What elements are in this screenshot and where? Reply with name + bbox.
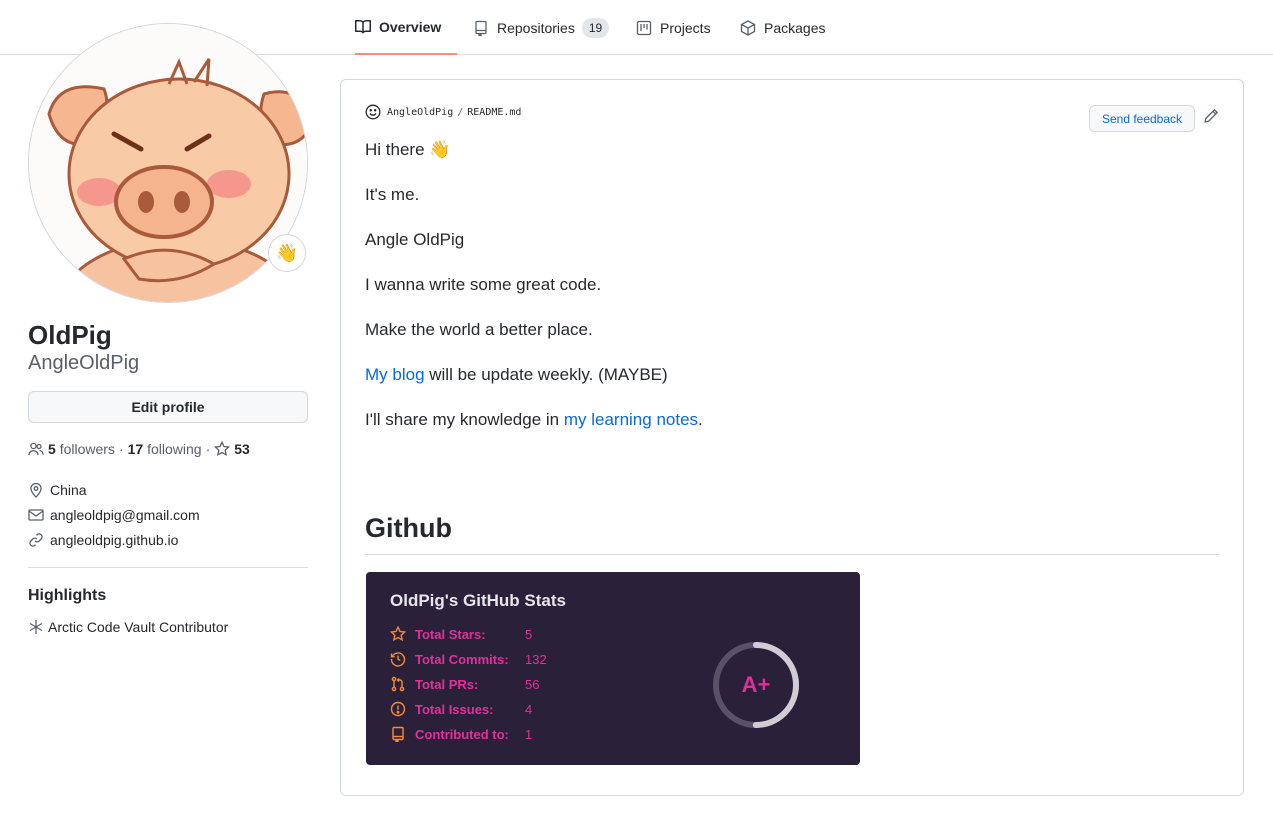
readme-greeting: Hi there 👋 [365,140,450,160]
avatar[interactable] [28,23,308,303]
status-emoji-button[interactable]: 👋 [268,234,306,272]
mail-icon [28,507,44,523]
notes-prefix: I'll share my knowledge in [365,410,564,429]
followers-link[interactable]: 5 followers [48,441,115,457]
dot-separator: · [118,441,124,457]
tab-projects-label: Projects [660,19,711,36]
profile-name: OldPig [28,320,112,350]
link-icon [28,532,44,548]
readme-line-3: I wanna write some great code. [365,275,602,294]
stat-row-stars: Total Stars: 5 [390,625,532,643]
history-icon [390,651,406,667]
readme-line-4: Make the world a better place. [365,320,593,339]
stat-label: Total Issues: [415,701,494,717]
rank-label: A+ [741,672,771,697]
send-feedback-button[interactable]: Send feedback [1089,105,1195,132]
stars-link[interactable]: 53 [214,441,250,457]
following-label: following [147,441,202,457]
follow-stats: 5 followers · 17 following · 53 [28,441,250,457]
people-icon [28,441,44,457]
smiley-icon [365,104,381,120]
snowflake-icon [28,619,44,635]
repo-icon [390,726,406,742]
followers-count: 5 [48,441,56,457]
learning-notes-link[interactable]: my learning notes [564,410,698,429]
readme-line-2: Angle OldPig [365,230,465,249]
edit-profile-button[interactable]: Edit profile [28,391,308,423]
readme-file-link[interactable]: README.md [467,107,521,118]
repo-icon [473,20,489,36]
star-icon [390,626,406,642]
stat-value: 4 [525,701,533,717]
stat-label: Total Stars: [415,626,486,642]
following-link[interactable]: 17 following [128,441,202,457]
heading-rule [365,554,1219,555]
location-text: China [50,482,87,498]
stat-value: 56 [525,676,540,692]
tab-packages-label: Packages [764,19,826,36]
email-link[interactable]: angleoldpig@gmail.com [50,507,200,523]
highlight-label: Arctic Code Vault Contributor [48,619,229,635]
stat-row-contributed: Contributed to: 1 [390,725,532,743]
sidebar-divider [28,567,308,568]
following-count: 17 [127,441,144,457]
blog-link[interactable]: My blog [365,365,425,384]
github-stats-card[interactable]: OldPig's GitHub Stats Total Stars: 5 Tot… [366,572,860,765]
waving-hand-emoji: 👋 [429,140,451,159]
stats-title: OldPig's GitHub Stats [390,591,566,610]
website-link[interactable]: angleoldpig.github.io [50,532,178,548]
tab-projects[interactable]: Projects [636,0,711,55]
followers-label: followers [59,441,115,457]
highlight-item[interactable]: Arctic Code Vault Contributor [28,619,228,635]
location-item: China [28,482,87,498]
readme-card: AngleOldPig / README.md Send feedback Hi… [340,79,1244,796]
waving-hand-emoji: 👋 [275,242,299,263]
stat-value: 1 [525,726,533,742]
greeting-text: Hi there [365,140,425,159]
location-icon [28,482,44,498]
readme-blog-line: My blog will be update weekly. (MAYBE) [365,365,668,385]
tab-repositories[interactable]: Repositories 19 [473,0,610,55]
highlights-title: Highlights [28,587,107,604]
dot-separator: · [205,441,211,457]
tab-overview[interactable]: Overview [355,0,458,55]
stat-label: Contributed to: [415,726,509,742]
readme-notes-line: I'll share my knowledge in my learning n… [365,410,703,430]
edit-readme-pencil-icon[interactable] [1203,108,1219,124]
stat-row-issues: Total Issues: 4 [390,700,532,718]
pull-request-icon [390,676,406,692]
stat-value: 132 [525,651,547,667]
repositories-count-badge: 19 [581,17,610,38]
website-item: angleoldpig.github.io [28,532,178,548]
readme-line-1: It's me. [365,185,420,204]
stat-value: 5 [525,626,533,642]
issue-icon [390,701,406,717]
stat-row-prs: Total PRs: 56 [390,675,539,693]
readme-owner-link[interactable]: AngleOldPig [387,107,453,118]
stat-label: Total Commits: [415,651,509,667]
project-icon [636,20,652,36]
notes-suffix: . [698,410,703,429]
tab-repositories-label: Repositories [497,19,575,36]
tab-packages[interactable]: Packages [740,0,825,55]
stars-count: 53 [234,441,250,457]
package-icon [740,19,756,36]
stat-row-commits: Total Commits: 132 [390,650,547,668]
path-separator: / [457,106,464,118]
tab-overview-label: Overview [379,18,442,35]
readme-path: AngleOldPig / README.md [365,104,521,120]
stat-label: Total PRs: [415,676,479,692]
pig-avatar-image [29,24,307,302]
star-icon [214,441,231,457]
email-item: angleoldpig@gmail.com [28,507,200,523]
blog-line-text: will be update weekly. (MAYBE) [424,365,668,384]
github-section-heading: Github [365,513,452,543]
book-icon [355,19,371,35]
profile-username: AngleOldPig [28,352,140,374]
